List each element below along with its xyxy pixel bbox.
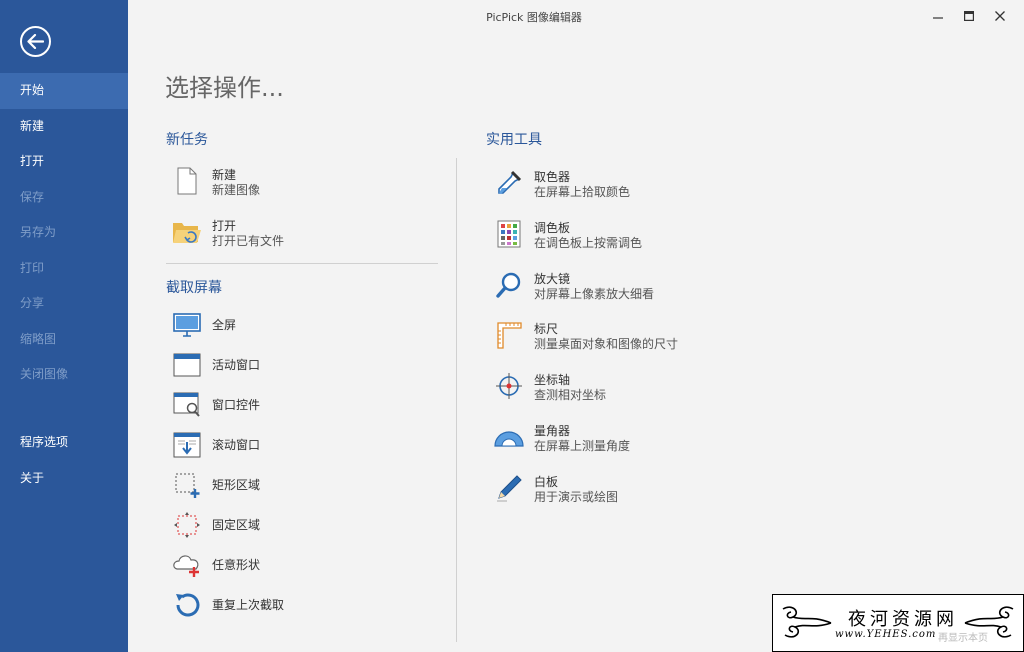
tool-palette[interactable]: 调色板 在调色板上按需调色 [494, 219, 642, 251]
item-name: 白板 [534, 475, 559, 489]
watermark-faint-text: 再显示本页 [938, 633, 988, 644]
protractor-icon [494, 422, 524, 452]
tool-ruler[interactable]: 标尺 测量桌面对象和图像的尺寸 [494, 320, 678, 352]
rectangle-region-icon [172, 470, 202, 500]
item-name: 放大镜 [534, 272, 571, 286]
sidebar-item-save: 保存 [20, 189, 45, 204]
sidebar-item-about[interactable]: 关于 [0, 461, 128, 497]
new-task-new[interactable]: 新建 新建图像 [172, 166, 260, 198]
sidebar-item-start[interactable]: 开始 [0, 73, 128, 109]
item-name: 调色板 [534, 221, 571, 235]
item-name: 固定区域 [212, 518, 261, 532]
window-control-icon [172, 390, 202, 420]
watermark-title: 夜河资源网 [848, 609, 958, 630]
capture-scroll-window[interactable]: 滚动窗口 [172, 430, 260, 460]
maximize-icon[interactable] [959, 6, 979, 26]
magnifier-icon [494, 270, 524, 300]
item-name: 全屏 [212, 318, 237, 332]
sidebar-item-new[interactable]: 新建 [0, 109, 128, 145]
item-name: 取色器 [534, 170, 571, 184]
capture-fullscreen[interactable]: 全屏 [172, 310, 236, 340]
window-icon [172, 350, 202, 380]
sidebar-item-options[interactable]: 程序选项 [0, 425, 128, 461]
sidebar: 开始 新建 打开 保存 另存为 打印 分享 缩略图 关闭图像 程序选项 关于 [0, 0, 128, 652]
sidebar-item-close-image: 关闭图像 [20, 367, 69, 381]
item-desc: 用于演示或绘图 [534, 490, 619, 504]
item-name: 量角器 [534, 424, 571, 438]
sidebar-item-save-as: 另存为 [20, 225, 57, 239]
capture-rectangle-region[interactable]: 矩形区域 [172, 470, 260, 500]
section-divider [166, 263, 438, 264]
section-title-capture: 截取屏幕 [166, 280, 222, 296]
sidebar-item-thumbnail: 缩略图 [20, 331, 57, 346]
column-divider [456, 158, 457, 642]
item-name: 重复上次截取 [212, 598, 285, 612]
capture-repeat-last[interactable]: 重复上次截取 [172, 590, 284, 620]
item-name: 活动窗口 [212, 358, 261, 372]
item-desc: 在调色板上按需调色 [534, 236, 643, 250]
item-desc: 在屏幕上拾取颜色 [534, 185, 631, 199]
eyedropper-icon [494, 168, 524, 198]
freehand-shape-icon [172, 550, 202, 580]
title-bar: PicPick 图像编辑器 [128, 0, 1024, 32]
close-icon[interactable] [990, 6, 1010, 26]
window-title: PicPick 图像编辑器 [486, 11, 582, 24]
page-title: 选择操作... [165, 74, 284, 102]
item-name: 新建 [212, 168, 237, 182]
item-name: 矩形区域 [212, 478, 261, 492]
capture-freehand[interactable]: 任意形状 [172, 550, 260, 580]
tool-color-picker[interactable]: 取色器 在屏幕上拾取颜色 [494, 168, 630, 200]
palette-icon [494, 219, 524, 249]
capture-active-window[interactable]: 活动窗口 [172, 350, 260, 380]
tool-whiteboard[interactable]: 白板 用于演示或绘图 [494, 473, 618, 505]
tool-protractor[interactable]: 量角器 在屏幕上测量角度 [494, 422, 630, 454]
minimize-icon[interactable] [928, 6, 948, 26]
item-desc: 查测相对坐标 [534, 388, 607, 402]
item-name: 坐标轴 [534, 373, 571, 387]
sidebar-item-share: 分享 [20, 296, 45, 310]
section-title-tools: 实用工具 [486, 132, 542, 148]
watermark: 夜河资源网 www.YEHES.com 再显示本页 [772, 594, 1024, 652]
sidebar-item-print: 打印 [20, 260, 45, 275]
tool-crosshair[interactable]: 坐标轴 查测相对坐标 [494, 371, 606, 403]
item-name: 滚动窗口 [212, 438, 261, 452]
item-name: 窗口控件 [212, 398, 261, 412]
fixed-region-icon [172, 510, 202, 540]
blank-file-icon [172, 166, 202, 196]
item-name: 任意形状 [212, 558, 261, 572]
watermark-url: www.YEHES.com [835, 629, 937, 640]
back-arrow-icon[interactable] [20, 26, 51, 57]
ornament-left-icon [782, 606, 832, 638]
capture-fixed-region[interactable]: 固定区域 [172, 510, 260, 540]
item-desc: 在屏幕上测量角度 [534, 439, 631, 453]
item-name: 打开 [212, 219, 237, 233]
pen-icon [494, 473, 524, 503]
capture-window-control[interactable]: 窗口控件 [172, 390, 260, 420]
repeat-capture-icon [172, 590, 202, 620]
sidebar-bottom-nav: 程序选项 关于 [0, 425, 128, 496]
folder-open-icon [172, 217, 202, 247]
ruler-icon [494, 320, 524, 350]
item-desc: 对屏幕上像素放大细看 [534, 287, 655, 301]
item-desc: 打开已有文件 [212, 234, 285, 248]
crosshair-icon [494, 371, 524, 401]
item-name: 标尺 [534, 322, 559, 336]
tool-magnifier[interactable]: 放大镜 对屏幕上像素放大细看 [494, 270, 654, 302]
sidebar-nav: 开始 新建 打开 保存 另存为 打印 分享 缩略图 关闭图像 [0, 73, 128, 393]
sidebar-item-open[interactable]: 打开 [0, 144, 128, 180]
item-desc: 测量桌面对象和图像的尺寸 [534, 337, 679, 351]
scroll-window-icon [172, 430, 202, 460]
monitor-icon [172, 310, 202, 340]
item-desc: 新建图像 [212, 183, 261, 197]
new-task-open[interactable]: 打开 打开已有文件 [172, 217, 284, 249]
section-title-new-task: 新任务 [166, 132, 208, 148]
